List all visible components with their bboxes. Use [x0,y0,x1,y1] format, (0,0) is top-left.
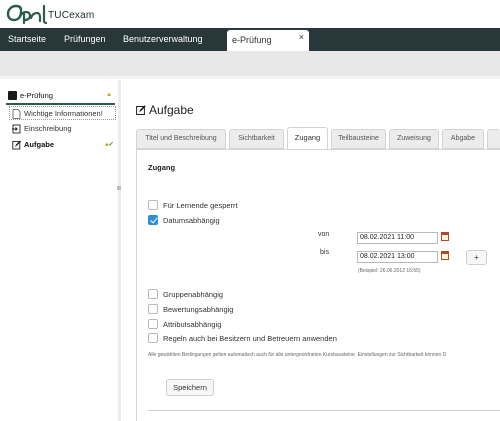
owners-label: Regeln auch bei Besitzern und Betreuern … [163,334,337,343]
splitter-handle-icon[interactable] [117,186,121,190]
lock-icon: 🔒︎ [107,91,111,98]
close-icon[interactable]: × [299,32,304,42]
from-date-input[interactable]: 08.02.2021 11:00 [357,232,438,244]
task-icon [136,105,146,115]
tab-sichtbarkeit[interactable]: Sichtbarkeit [229,129,284,149]
tab-zugang[interactable]: Zugang [287,127,328,150]
tab-teilbausteine[interactable]: Teilbausteine [331,129,386,149]
nav-pruefungen[interactable]: Prüfungen [64,28,106,51]
tab-abgabe[interactable]: Abgabe [442,129,484,149]
section-heading: Zugang [148,163,176,172]
menu-item-label: Wichtige Informationen! [24,109,103,118]
open-course-tab-label: e-Prüfung [232,35,272,45]
menu-item-wichtige-informationen[interactable]: Wichtige Informationen! [10,107,116,121]
attribute-label: Attributsabhängig [163,320,222,329]
date-format-hint: (Beispiel: 26.06.2012 16:55) [358,268,421,274]
menu-item-label: Aufgabe [24,140,54,149]
group-checkbox[interactable] [148,289,158,299]
menu-item-einschreibung[interactable]: Einschreibung [10,122,116,136]
menu-splitter[interactable] [118,80,121,421]
toolbar-strip [0,51,500,76]
assessment-checkbox[interactable] [148,304,158,314]
task-icon [12,140,21,150]
save-button[interactable]: Speichern [166,379,214,396]
brand-name: TUCexam [48,10,95,21]
owners-checkbox[interactable] [148,333,158,343]
tab-zuweisung[interactable]: Zuweisung [389,129,439,149]
enrollment-icon [12,124,21,134]
from-label: von [318,231,330,238]
menu-root-item[interactable]: e-Prüfung 🔒︎ [6,89,115,105]
calendar-icon[interactable] [441,232,449,241]
divider [0,76,500,79]
blocked-checkbox[interactable] [148,200,158,210]
menu-item-label: Einschreibung [24,124,72,133]
access-status-icon: 🔒︎✔ [105,141,114,148]
nav-benutzerverwaltung[interactable]: Benutzerverwaltung [123,28,203,51]
divider [148,410,500,411]
opal-logo[interactable] [5,2,49,26]
assessment-label: Bewertungsabhängig [163,305,234,314]
open-course-tab[interactable]: e-Prüfung × [227,30,309,51]
tab-more[interactable] [487,129,500,149]
course-icon [8,91,17,100]
page-title: Aufgabe [149,103,194,117]
calendar-icon[interactable] [441,251,449,260]
blocked-label: Für Lernende gesperrt [163,201,238,210]
date-dependent-checkbox[interactable] [148,215,158,225]
inheritance-note: Alle gewählten Bedingungen gelten automa… [148,352,447,358]
menu-item-aufgabe[interactable]: Aufgabe 🔒︎✔ [10,138,116,152]
top-header: TUCexam [0,0,500,28]
config-tabs: Titel und Beschreibung Sichtbarkeit Zuga… [136,127,500,150]
page-icon [12,109,21,119]
date-dependent-label: Datumsabhängig [163,216,220,225]
menu-root-label: e-Prüfung [20,91,53,100]
add-date-button[interactable]: + [466,250,487,265]
to-label: bis [320,249,329,256]
group-label: Gruppenabhängig [163,290,224,299]
attribute-checkbox[interactable] [148,319,158,329]
nav-startseite[interactable]: Startseite [8,28,46,51]
tab-titel-und-beschreibung[interactable]: Titel und Beschreibung [136,129,226,149]
to-date-input[interactable]: 08.02.2021 13:00 [357,251,438,263]
